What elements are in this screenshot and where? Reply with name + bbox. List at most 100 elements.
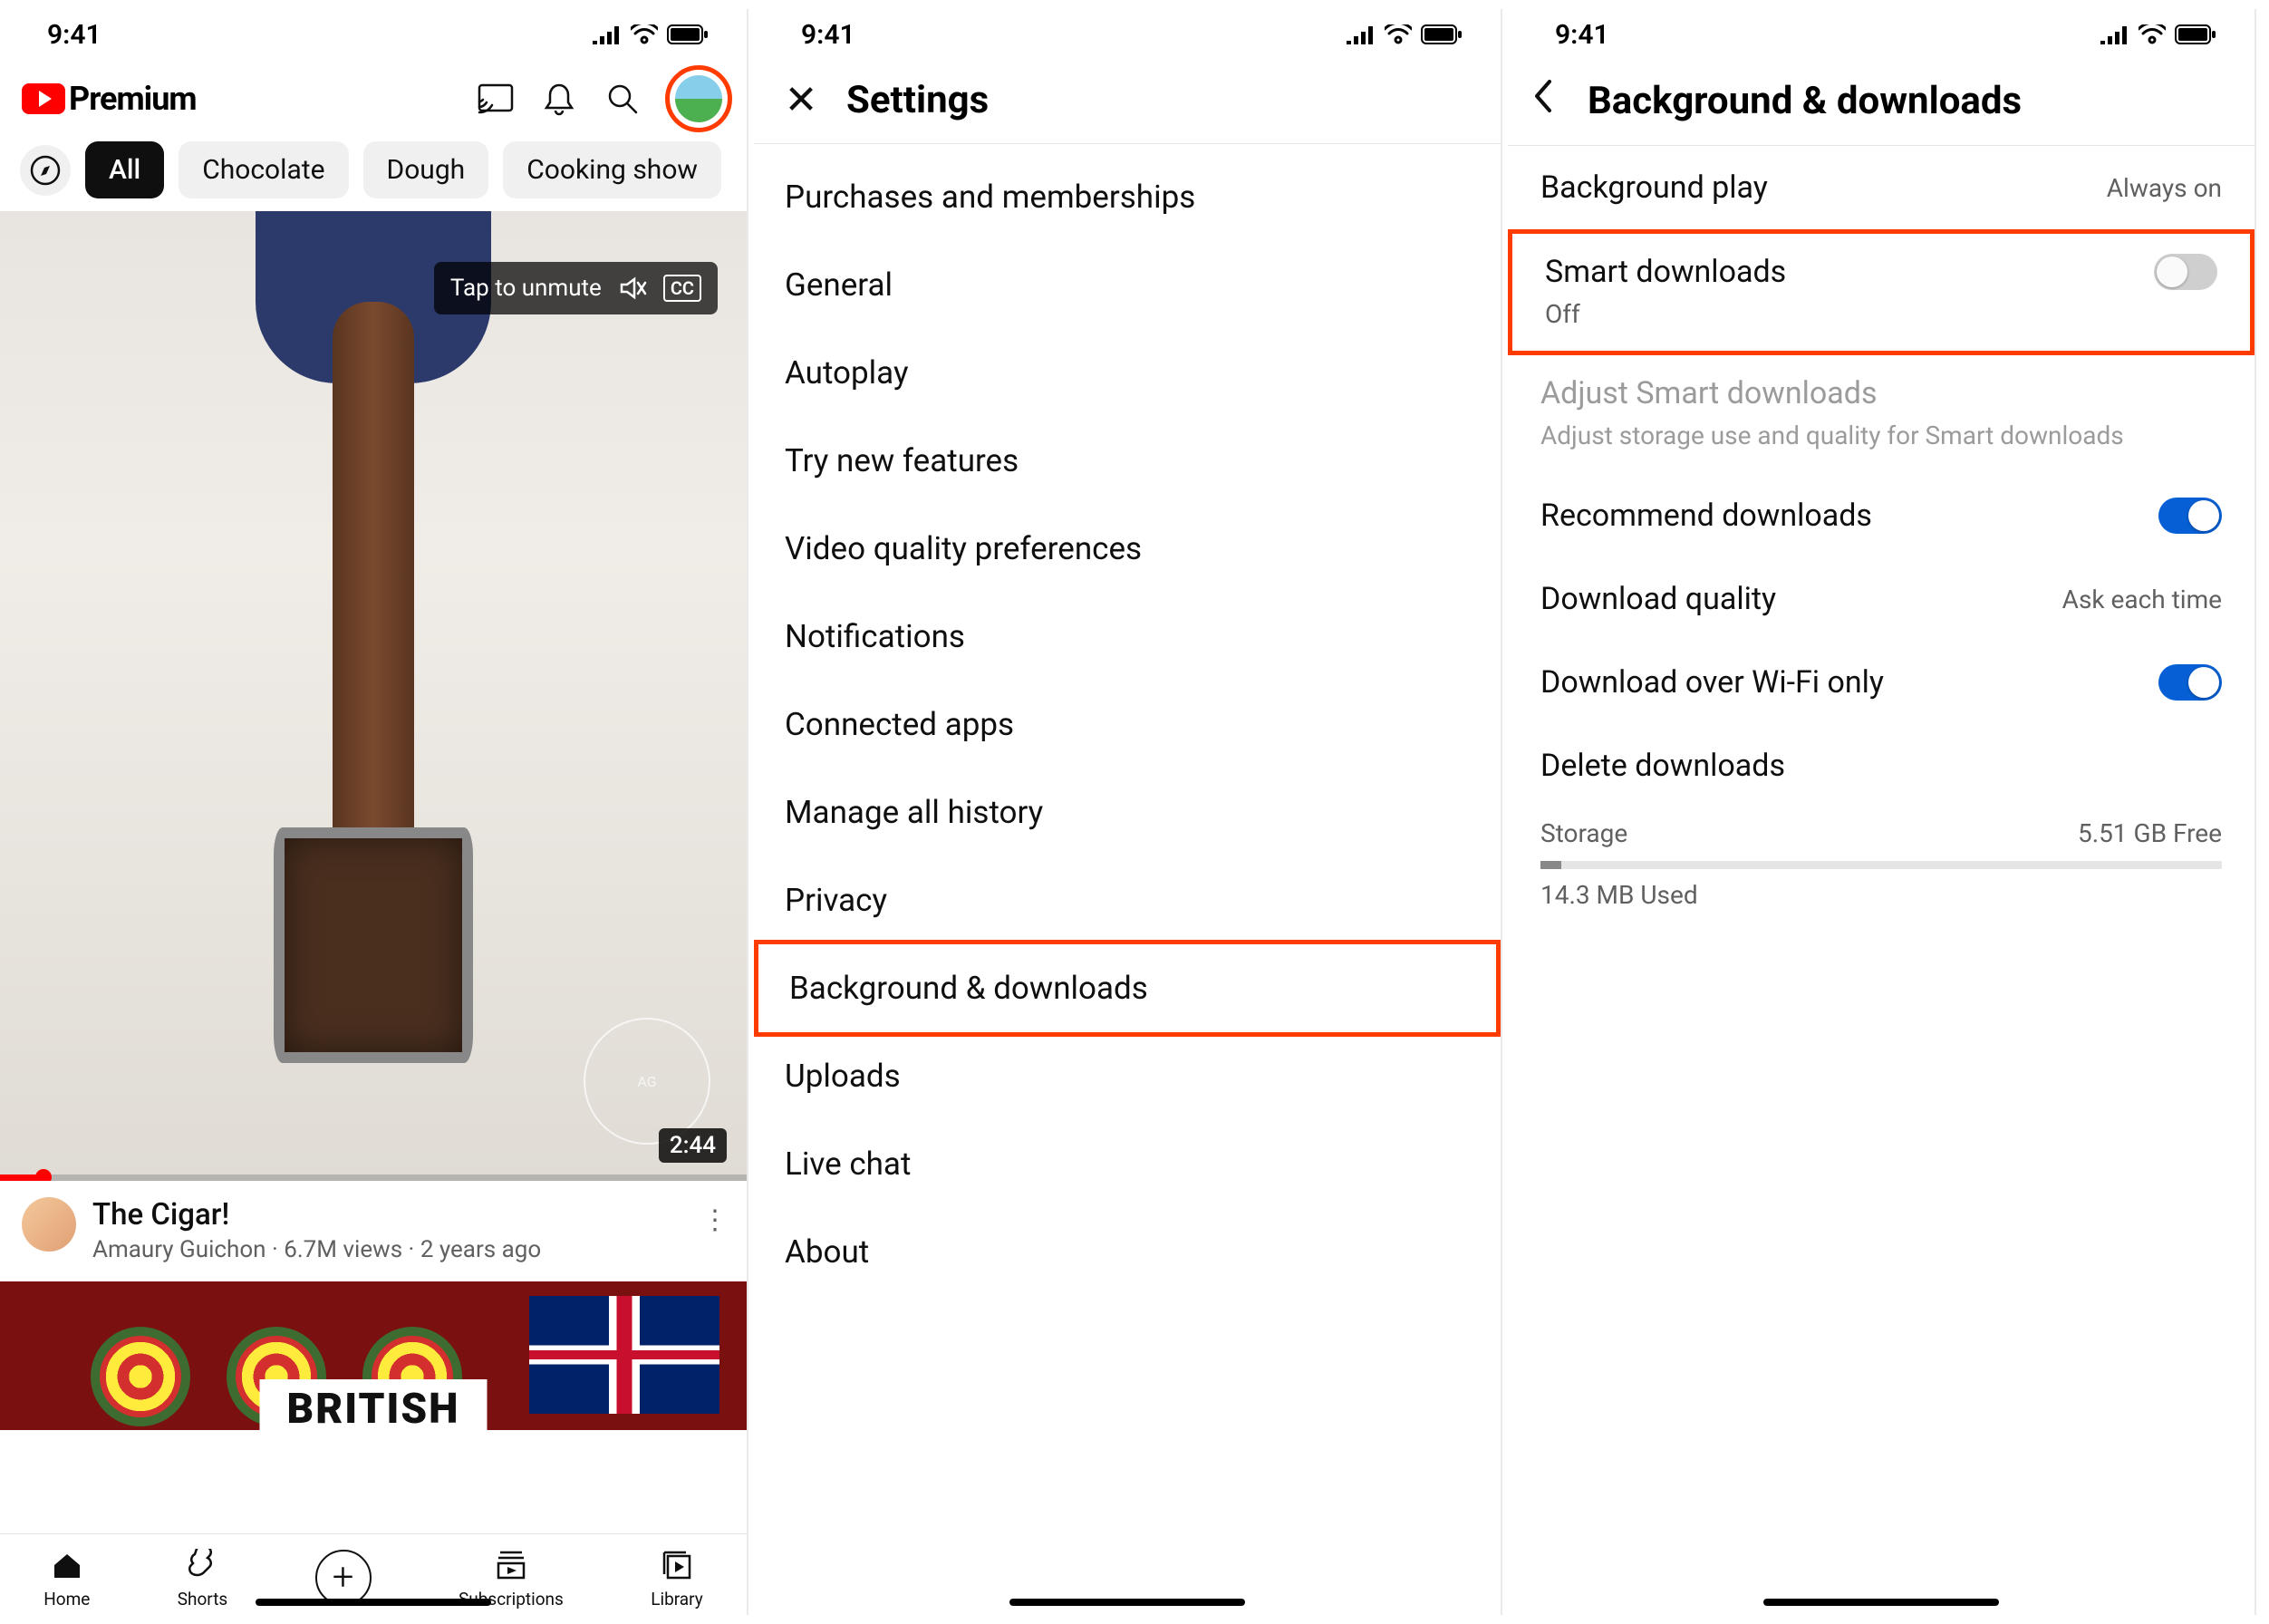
cc-icon: CC [663,275,701,302]
storage-used: 14.3 MB Used [1540,880,2222,910]
youtube-logo[interactable]: Premium [22,80,197,118]
close-icon[interactable]: ✕ [781,76,821,123]
settings-item-autoplay[interactable]: Autoplay [754,329,1501,417]
channel-avatar-icon[interactable] [22,1197,76,1252]
row-adjust-smart-downloads: Adjust Smart downloads Adjust storage us… [1508,355,2255,474]
row-recommend-downloads[interactable]: Recommend downloads [1508,474,2255,557]
notifications-icon[interactable] [538,78,580,120]
chip-chocolate[interactable]: Chocolate [179,141,348,198]
row-smart-downloads[interactable]: Smart downloads Off [1512,234,2250,334]
toggle-wifi-only[interactable] [2158,664,2222,701]
status-bar: 9:41 [0,9,747,60]
row-sub: Adjust storage use and quality for Smart… [1540,420,2222,450]
status-bar: 9:41 [754,9,1501,60]
settings-item-privacy[interactable]: Privacy [754,856,1501,944]
unmute-text: Tap to unmute [450,275,602,302]
thumb-art-cup [274,827,473,1063]
phone-background-downloads: 9:41 Background & downloads Background p… [1508,9,2256,1615]
unmute-overlay[interactable]: Tap to unmute CC [434,262,718,314]
cell-signal-icon [591,24,622,44]
row-wifi-only[interactable]: Download over Wi-Fi only [1508,641,2255,724]
settings-item-purchases[interactable]: Purchases and memberships [754,153,1501,241]
subscriptions-icon [491,1545,531,1585]
nav-home[interactable]: Home [43,1545,90,1610]
video-menu-icon[interactable]: ⋮ [701,1197,729,1236]
account-avatar[interactable] [675,75,722,122]
video-metadata[interactable]: The Cigar! Amaury Guichon · 6.7M views ·… [0,1181,747,1281]
video-thumbnail[interactable]: Tap to unmute CC AG 2:44 [0,211,747,1181]
settings-item-manage-history[interactable]: Manage all history [754,768,1501,856]
home-indicator[interactable] [1763,1599,1999,1606]
row-sub: Off [1545,299,2217,329]
wifi-icon [631,24,658,44]
settings-item-video-quality[interactable]: Video quality preferences [754,505,1501,593]
storage-label: Storage [1540,818,1627,848]
toggle-recommend-downloads[interactable] [2158,498,2222,534]
chip-all[interactable]: All [85,141,164,198]
highlight-smart-downloads: Smart downloads Off [1508,229,2255,355]
channel-watermark: AG [584,1018,710,1145]
cell-signal-icon [2099,24,2129,44]
row-label: Background play [1540,169,1768,206]
row-label: Smart downloads [1545,254,1786,290]
settings-item-uploads[interactable]: Uploads [754,1032,1501,1120]
video-duration: 2:44 [659,1128,727,1163]
nav-shorts[interactable]: Shorts [178,1545,228,1610]
status-icons [591,24,709,44]
wifi-icon [1385,24,1412,44]
settings-item-notifications[interactable]: Notifications [754,593,1501,681]
settings-item-background-downloads[interactable]: Background & downloads [754,940,1501,1037]
library-icon [657,1545,697,1585]
cell-signal-icon [1345,24,1376,44]
thumb-art-flag [529,1296,719,1414]
phone-youtube-home: 9:41 Premium All Chocolate Dou [0,9,748,1615]
thumb-art-text: BRITISH [260,1379,488,1430]
row-delete-downloads[interactable]: Delete downloads [1508,724,2255,807]
back-icon[interactable] [1530,76,1569,125]
toggle-smart-downloads[interactable] [2154,254,2217,290]
row-label: Download over Wi-Fi only [1540,664,1884,701]
plus-icon: + [315,1550,372,1606]
search-icon[interactable] [602,78,643,120]
home-indicator[interactable] [1009,1599,1245,1606]
options-list: Background play Always on Smart download… [1508,146,2255,910]
wifi-icon [2139,24,2166,44]
settings-list: Purchases and memberships General Autopl… [754,144,1501,1305]
settings-item-about[interactable]: About [754,1208,1501,1296]
clock: 9:41 [1555,19,1609,51]
thumb-art-target [91,1327,190,1426]
settings-item-connected-apps[interactable]: Connected apps [754,681,1501,768]
status-icons [1345,24,1463,44]
battery-icon [1421,24,1463,44]
nav-create[interactable]: + [315,1550,372,1606]
progress-bar[interactable] [0,1174,747,1181]
row-label: Adjust Smart downloads [1540,375,2222,411]
avatar-highlight [665,65,732,132]
settings-item-try-new[interactable]: Try new features [754,417,1501,505]
youtube-play-icon [22,83,65,114]
status-bar: 9:41 [1508,9,2255,60]
row-download-quality[interactable]: Download quality Ask each time [1508,557,2255,641]
clock: 9:41 [47,19,101,51]
video-title: The Cigar! [92,1197,541,1232]
video-thumbnail-2[interactable]: BRITISH [0,1281,747,1430]
cast-icon[interactable] [475,78,517,120]
chip-cooking-show[interactable]: Cooking show [503,141,721,198]
settings-header: ✕ Settings [754,60,1501,144]
row-background-play[interactable]: Background play Always on [1508,146,2255,229]
app-header: Premium [0,60,747,138]
storage-bar [1540,861,2222,869]
settings-item-live-chat[interactable]: Live chat [754,1120,1501,1208]
explore-icon[interactable] [20,145,71,196]
storage-free: 5.51 GB Free [2078,818,2222,848]
status-icons [2099,24,2216,44]
row-label: Download quality [1540,581,1776,617]
row-label: Delete downloads [1540,748,1785,784]
nav-library[interactable]: Library [651,1545,703,1610]
brand-text: Premium [69,80,197,118]
chip-dough[interactable]: Dough [363,141,489,198]
battery-icon [2175,24,2216,44]
settings-item-general[interactable]: General [754,241,1501,329]
home-indicator[interactable] [256,1599,491,1606]
row-label: Recommend downloads [1540,498,1872,534]
